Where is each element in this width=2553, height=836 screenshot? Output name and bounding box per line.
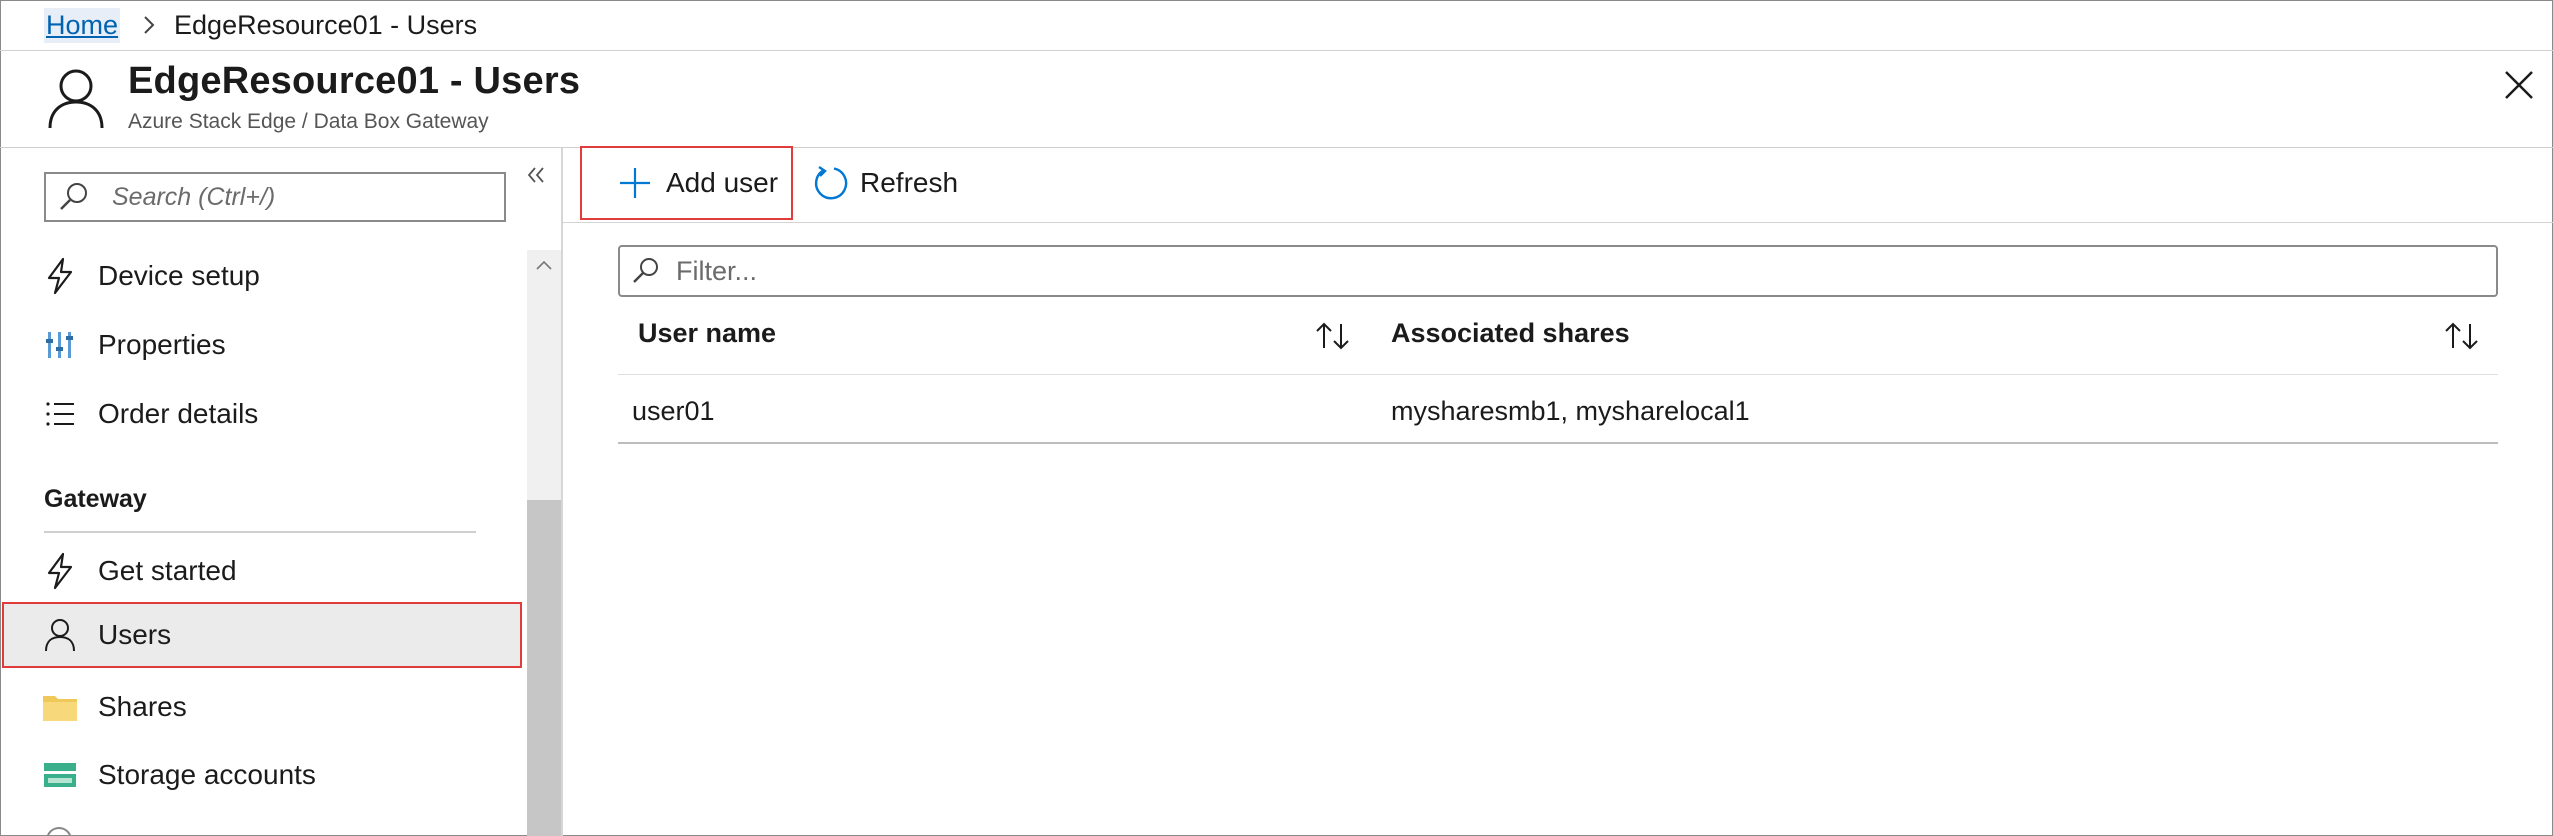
user-icon — [42, 617, 78, 653]
sidebar-search-input[interactable]: Search (Ctrl+/) — [44, 172, 506, 222]
cell-associated-shares: mysharesmb1, mysharelocal1 — [1391, 396, 1750, 426]
list-icon — [42, 396, 78, 432]
divider — [44, 531, 476, 533]
sidebar-item-device-setup[interactable]: Device setup — [2, 243, 522, 309]
chevron-right-icon — [142, 14, 156, 36]
sort-icon[interactable] — [1314, 320, 1352, 352]
divider — [618, 374, 2498, 375]
storage-icon — [42, 757, 78, 793]
divider — [0, 147, 2553, 148]
divider — [563, 222, 2553, 223]
page-subtitle: Azure Stack Edge / Data Box Gateway — [128, 110, 489, 133]
sidebar-item-shares[interactable]: Shares — [2, 674, 522, 740]
scrollbar-thumb[interactable] — [527, 500, 561, 836]
add-user-label: Add user — [666, 167, 779, 198]
filter-input[interactable]: Filter... — [618, 245, 2498, 297]
column-header-user-name[interactable]: User name — [638, 318, 776, 349]
refresh-icon — [812, 164, 850, 202]
sidebar-item-get-started[interactable]: Get started — [2, 538, 522, 604]
add-user-button[interactable]: Add user — [580, 146, 793, 220]
search-icon — [56, 179, 92, 215]
sidebar-item-label: Properties — [98, 329, 226, 360]
page-title: EdgeResource01 - Users — [128, 60, 581, 102]
search-icon — [630, 255, 662, 287]
filter-placeholder: Filter... — [676, 255, 758, 286]
column-header-associated-shares[interactable]: Associated shares — [1391, 318, 1630, 349]
section-heading-gateway: Gateway — [44, 485, 147, 513]
close-icon[interactable] — [2500, 66, 2538, 104]
cell-user-name: user01 — [632, 396, 715, 426]
divider — [561, 148, 563, 836]
divider — [0, 50, 2553, 51]
lightning-icon — [42, 552, 78, 590]
sidebar-item-label: Get started — [98, 555, 237, 586]
sidebar-item-order-details[interactable]: Order details — [2, 381, 522, 447]
sidebar-item-label: Storage accounts — [98, 759, 316, 790]
collapse-sidebar-icon[interactable] — [524, 163, 548, 187]
sidebar-item-properties[interactable]: Properties — [2, 312, 522, 378]
scroll-up-icon[interactable] — [535, 258, 553, 272]
sort-icon[interactable] — [2443, 320, 2481, 352]
partial-nav-icon — [44, 826, 74, 836]
sidebar-item-label: Shares — [98, 691, 187, 722]
sidebar-item-users[interactable]: Users — [2, 602, 522, 668]
folder-icon — [42, 689, 78, 725]
plus-icon — [618, 166, 652, 200]
sidebar-item-label: Order details — [98, 398, 259, 429]
lightning-icon — [42, 257, 78, 295]
sidebar-item-label: Users — [98, 619, 172, 650]
search-placeholder: Search (Ctrl+/) — [112, 182, 276, 211]
properties-icon — [42, 327, 78, 363]
sidebar-item-storage-accounts[interactable]: Storage accounts — [2, 742, 522, 808]
refresh-label: Refresh — [860, 167, 959, 198]
user-icon — [46, 66, 106, 130]
breadcrumb: Home EdgeResource01 - Users — [44, 2, 477, 48]
breadcrumb-home-link[interactable]: Home — [44, 7, 121, 43]
refresh-button[interactable]: Refresh — [812, 146, 958, 220]
divider — [618, 442, 2498, 444]
sidebar-item-label: Device setup — [98, 260, 260, 291]
breadcrumb-current: EdgeResource01 - Users — [174, 9, 478, 40]
